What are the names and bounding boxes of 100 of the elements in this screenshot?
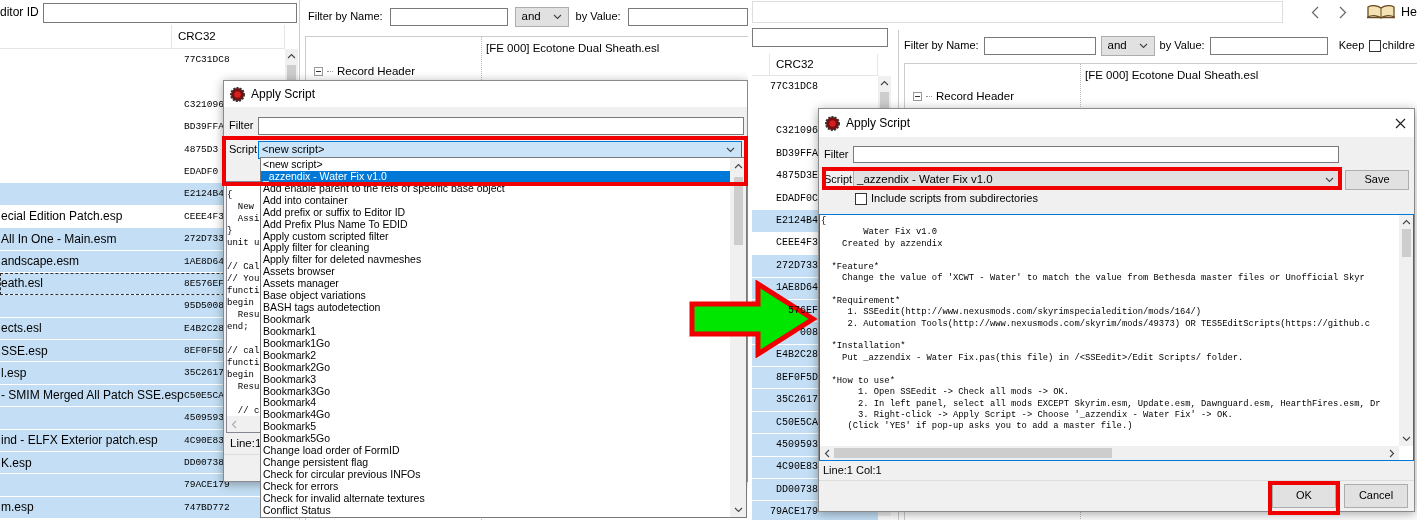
name-filter-field[interactable] xyxy=(983,37,1096,55)
crc-value: DD00738 xyxy=(184,457,224,469)
ok-button[interactable]: OK xyxy=(1272,484,1336,508)
scroll-up-icon[interactable] xyxy=(880,80,889,86)
crc-value: BD39FFA xyxy=(184,121,224,133)
value-filter-field[interactable] xyxy=(1209,37,1328,55)
forward-icon[interactable] xyxy=(1339,5,1347,19)
crc-value: 77C31DC8 xyxy=(770,80,818,92)
scrollbar-thumb[interactable] xyxy=(834,448,1112,458)
crc-value: 4875D3 xyxy=(184,143,219,155)
crc-value: EDADF0C xyxy=(776,192,818,204)
crc-value: C50E5CA xyxy=(184,389,224,401)
column-header[interactable]: CRC32 xyxy=(770,54,878,75)
name-filter-field[interactable] xyxy=(389,8,508,26)
crc-value: 576EF xyxy=(788,304,818,316)
book-icon[interactable] xyxy=(1366,5,1396,19)
caret-icon[interactable] xyxy=(1325,176,1334,183)
crc-value: E4B2C28 xyxy=(776,349,818,361)
scroll-right-icon[interactable] xyxy=(1389,448,1395,458)
dropdown-option[interactable]: _azzendix - Water Fix v1.0 xyxy=(261,170,730,183)
field-label: Script xyxy=(228,143,258,157)
caret-icon[interactable] xyxy=(1138,43,1148,49)
plugin-name: - SMIM Merged All Patch SSE.esp xyxy=(1,388,184,403)
crc-value: 4509593 xyxy=(776,438,818,450)
scrollbar-thumb[interactable] xyxy=(1401,229,1411,257)
crc-value: CEEE4F3 xyxy=(776,237,818,249)
crc-value: 79ACE179 xyxy=(184,479,230,491)
keep-label: Keep xyxy=(1338,39,1365,53)
filter-field[interactable] xyxy=(258,117,744,135)
crc-value: BD39FFA xyxy=(776,147,818,159)
plugin-name: m.esp xyxy=(1,500,34,515)
highlight-frame xyxy=(1268,481,1340,515)
field-label: Filter xyxy=(228,119,255,133)
crc-value: 4509593 xyxy=(184,412,224,424)
crc-value: 35C2617 xyxy=(184,367,224,379)
tree-item[interactable]: Record Header xyxy=(936,90,1014,104)
filter-field[interactable] xyxy=(853,146,1339,163)
crc-value: 79ACE179 xyxy=(770,506,818,518)
scrollbar[interactable] xyxy=(1399,215,1413,446)
crc-value: DD00738 xyxy=(776,483,818,495)
close-icon xyxy=(1395,117,1406,129)
crc-value: CEEE4F3 xyxy=(184,210,224,222)
crc-value: 1AE8D64 xyxy=(184,255,224,267)
scroll-left-icon[interactable] xyxy=(824,448,830,458)
scroll-up-icon[interactable] xyxy=(1401,219,1411,225)
list-row[interactable]: 77C31DC8 xyxy=(0,49,285,72)
crc-value: C50E5CA xyxy=(776,416,818,428)
scrollbar-thumb[interactable] xyxy=(733,177,743,245)
caret-icon[interactable] xyxy=(726,147,735,153)
dropdown-select[interactable]: and xyxy=(514,7,569,27)
gear-icon xyxy=(230,86,245,102)
scroll-up-icon[interactable] xyxy=(287,53,296,59)
crc-value: E2124B4 xyxy=(184,188,224,200)
plugin-name: ects.esl xyxy=(1,321,42,336)
crc-value: C321096 xyxy=(776,125,818,137)
dropdown-select[interactable]: and xyxy=(1100,36,1155,56)
tree-item[interactable]: Record Header xyxy=(337,65,415,79)
editor-id-field[interactable] xyxy=(42,2,297,23)
crc-value: 008 xyxy=(800,327,818,338)
status-text: Line:1 xyxy=(230,436,262,451)
code-editor[interactable] xyxy=(819,214,1414,461)
record-file-header: [FE 000] Ecotone Dual Sheath.esl xyxy=(1085,69,1259,81)
text-field[interactable] xyxy=(752,1,1283,23)
help-label[interactable]: He xyxy=(1401,4,1417,20)
crc-value: 4C90E83 xyxy=(184,434,224,446)
filter-label: by Value: xyxy=(1159,39,1205,53)
column-header[interactable]: CRC32 xyxy=(172,25,285,48)
search-field[interactable] xyxy=(752,28,888,47)
crc-value: EDADF0 xyxy=(184,165,219,177)
plugin-name: All In One - Main.esm xyxy=(1,231,117,246)
plugin-name: ecial Edition Patch.esp xyxy=(1,209,123,224)
plugin-name: K.esp xyxy=(1,455,32,470)
scroll-down-icon[interactable] xyxy=(733,507,743,513)
checkbox[interactable] xyxy=(1369,40,1382,52)
collapse-icon[interactable] xyxy=(314,67,323,77)
field-label: Filter xyxy=(823,147,850,162)
filter-label: Filter by Name: xyxy=(904,39,979,53)
scroll-up-icon[interactable] xyxy=(733,163,743,169)
crc-value: 8E576EF xyxy=(184,277,224,289)
cancel-button[interactable]: Cancel xyxy=(1344,484,1408,508)
crc-value: E2124B4 xyxy=(776,215,818,227)
back-icon[interactable] xyxy=(1311,5,1319,19)
value-filter-field[interactable] xyxy=(627,8,748,26)
checkbox-label: childre xyxy=(1382,39,1415,53)
save-button[interactable]: Save xyxy=(1345,169,1409,190)
crc-value: 8EF0F5D xyxy=(184,345,224,357)
crc-value: 4C90E83 xyxy=(776,461,818,473)
plugin-name: eath.esl xyxy=(1,276,44,291)
crc-value: 272D733 xyxy=(776,259,818,271)
scrollbar[interactable] xyxy=(820,446,1399,460)
collapse-icon[interactable] xyxy=(913,92,922,102)
gear-icon xyxy=(825,115,840,131)
scroll-down-icon[interactable] xyxy=(1401,436,1411,442)
caret-icon[interactable] xyxy=(552,14,562,20)
plugin-name: SSE.esp xyxy=(1,343,48,358)
plugin-name: andscape.esm xyxy=(1,254,80,268)
filter-label: Filter by Name: xyxy=(308,10,383,24)
field-label: Script xyxy=(823,172,853,187)
checkbox[interactable] xyxy=(855,193,867,205)
crc-value: E4B2C28 xyxy=(184,322,224,334)
